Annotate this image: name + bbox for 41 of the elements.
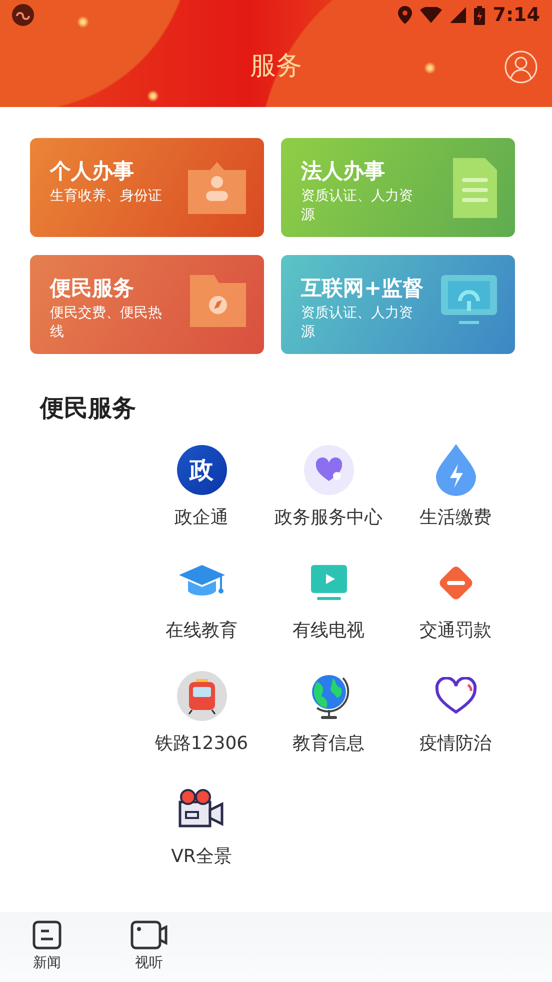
card-title: 法人办事 [301,158,385,184]
monitor-icon [441,275,497,327]
heart-icon [434,677,476,715]
service-label[interactable]: VR全景 [171,844,232,868]
battery-icon [474,6,485,24]
folder-icon [190,275,246,327]
service-label[interactable]: 教育信息 [292,731,364,755]
page-title: 服务 [250,50,302,82]
service-label[interactable]: 政务服务中心 [274,505,382,529]
service-label[interactable]: 交通罚款 [420,618,492,642]
news-icon [32,920,62,950]
card-subtitle: 资质认证、人力资源 [301,304,414,342]
card-subtitle: 生育收养、身份证 [50,187,162,206]
train-icon [176,671,226,721]
card-title: 便民服务 [50,275,134,301]
card-title: 个人办事 [50,158,134,184]
wifi-icon [420,7,442,23]
card-subtitle: 便民交费、便民热线 [50,304,163,342]
service-label[interactable]: 有线电视 [292,618,364,642]
document-icon [453,158,497,218]
lightning-drop-icon [436,444,476,496]
signal-icon [450,7,466,23]
service-label[interactable]: 疫情防治 [420,731,492,755]
nav-tab[interactable]: 新闻 [28,912,66,982]
tv-icon [310,565,346,601]
location-icon [398,6,412,24]
service-label[interactable]: 铁路12306 [154,731,248,755]
zheng-badge-icon: 政 [176,445,226,495]
app-logo-icon [12,4,34,26]
service-label[interactable]: 在线教育 [166,618,238,642]
profile-button[interactable] [504,50,538,84]
card-subtitle: 资质认证、人力资源 [301,187,414,225]
movie-camera-icon [178,788,226,830]
card-title: 互联网+监督 [301,275,424,301]
nav-tab[interactable]: 视听 [126,912,172,982]
section-title: 便民服务 [38,393,137,424]
service-label[interactable]: 生活缴费 [420,505,492,529]
status-time: 7:14 [492,4,540,26]
service-label[interactable]: 政企通 [174,505,228,529]
video-camera-icon [130,920,168,950]
user-icon [504,50,538,84]
